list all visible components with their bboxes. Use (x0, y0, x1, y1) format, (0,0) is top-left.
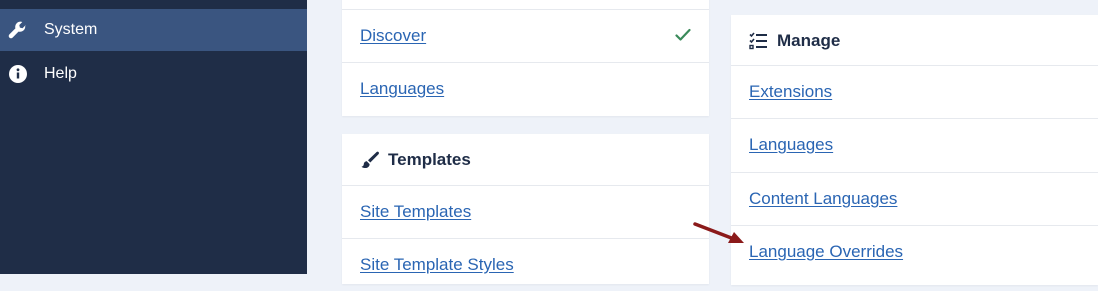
list-item: Site Template Styles (342, 238, 709, 291)
sidebar-item-label: Help (44, 65, 77, 82)
languages-link[interactable]: Languages (360, 79, 444, 99)
list-item: Languages (342, 62, 709, 115)
extensions-link[interactable]: Extensions (749, 82, 832, 102)
content-languages-link[interactable]: Content Languages (749, 189, 897, 209)
list-item: Languages (731, 118, 1098, 171)
sidebar-item-system[interactable]: System (0, 9, 307, 51)
languages-link[interactable]: Languages (749, 135, 833, 155)
red-arrow-icon (693, 222, 744, 243)
templates-card: Templates Site Templates Site Template S… (342, 134, 709, 284)
list-item: Extensions (731, 65, 1098, 118)
discover-link[interactable]: Discover (360, 26, 426, 46)
install-card: Discover Languages (342, 0, 709, 116)
checklist-icon (749, 31, 769, 51)
language-overrides-link[interactable]: Language Overrides (749, 242, 903, 262)
list-item: Site Templates (342, 185, 709, 238)
manage-card: Manage Extensions Languages Content Lang… (731, 15, 1098, 285)
site-template-styles-link[interactable]: Site Template Styles (360, 255, 514, 275)
sidebar-item-help[interactable]: Help (0, 53, 307, 95)
site-templates-link[interactable]: Site Templates (360, 202, 471, 222)
list-item: Content Languages (731, 172, 1098, 225)
info-icon (8, 64, 28, 84)
wrench-icon (8, 20, 28, 40)
card-title: Manage (731, 15, 1098, 67)
checkmark-icon (675, 28, 691, 47)
list-item: Discover (342, 9, 709, 62)
list-item: Language Overrides (731, 225, 1098, 278)
sidebar-item-label: System (44, 21, 98, 38)
sidebar: System Help (0, 0, 307, 274)
paintbrush-icon (360, 150, 380, 170)
card-title: Templates (342, 134, 709, 186)
